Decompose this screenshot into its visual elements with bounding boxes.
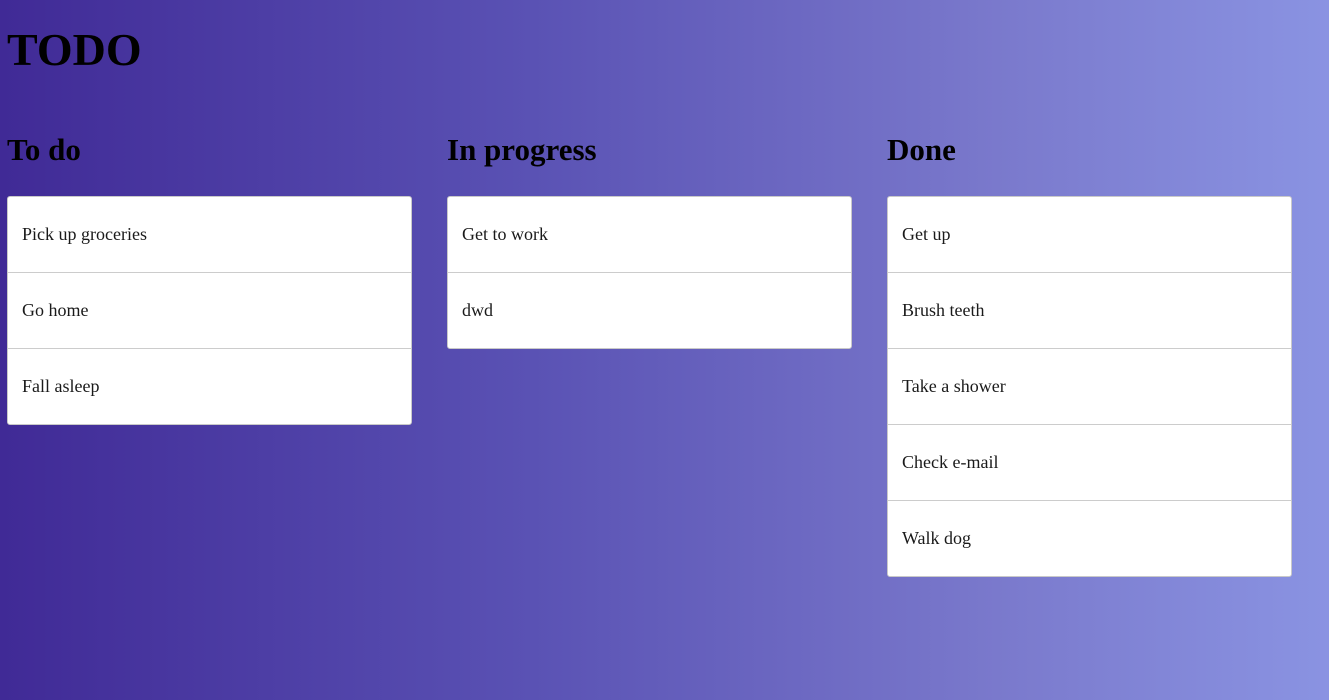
task-card[interactable]: Fall asleep [8, 349, 411, 424]
task-card[interactable]: Check e-mail [888, 425, 1291, 501]
page-title: TODO [7, 24, 142, 75]
task-card[interactable]: dwd [448, 273, 851, 348]
kanban-board: To do Pick up groceries Go home Fall asl… [7, 132, 1292, 577]
card-list-done: Get up Brush teeth Take a shower Check e… [887, 196, 1292, 577]
column-done: Done Get up Brush teeth Take a shower Ch… [887, 132, 1292, 577]
task-card[interactable]: Go home [8, 273, 411, 349]
column-title-done: Done [887, 132, 956, 167]
column-title-todo: To do [7, 132, 81, 167]
task-card[interactable]: Pick up groceries [8, 197, 411, 273]
task-card[interactable]: Get to work [448, 197, 851, 273]
card-list-in-progress: Get to work dwd [447, 196, 852, 349]
column-title-in-progress: In progress [447, 132, 597, 167]
task-card[interactable]: Brush teeth [888, 273, 1291, 349]
task-card[interactable]: Get up [888, 197, 1291, 273]
task-card[interactable]: Walk dog [888, 501, 1291, 576]
task-card[interactable]: Take a shower [888, 349, 1291, 425]
column-in-progress: In progress Get to work dwd [447, 132, 852, 577]
card-list-todo: Pick up groceries Go home Fall asleep [7, 196, 412, 425]
column-todo: To do Pick up groceries Go home Fall asl… [7, 132, 412, 577]
